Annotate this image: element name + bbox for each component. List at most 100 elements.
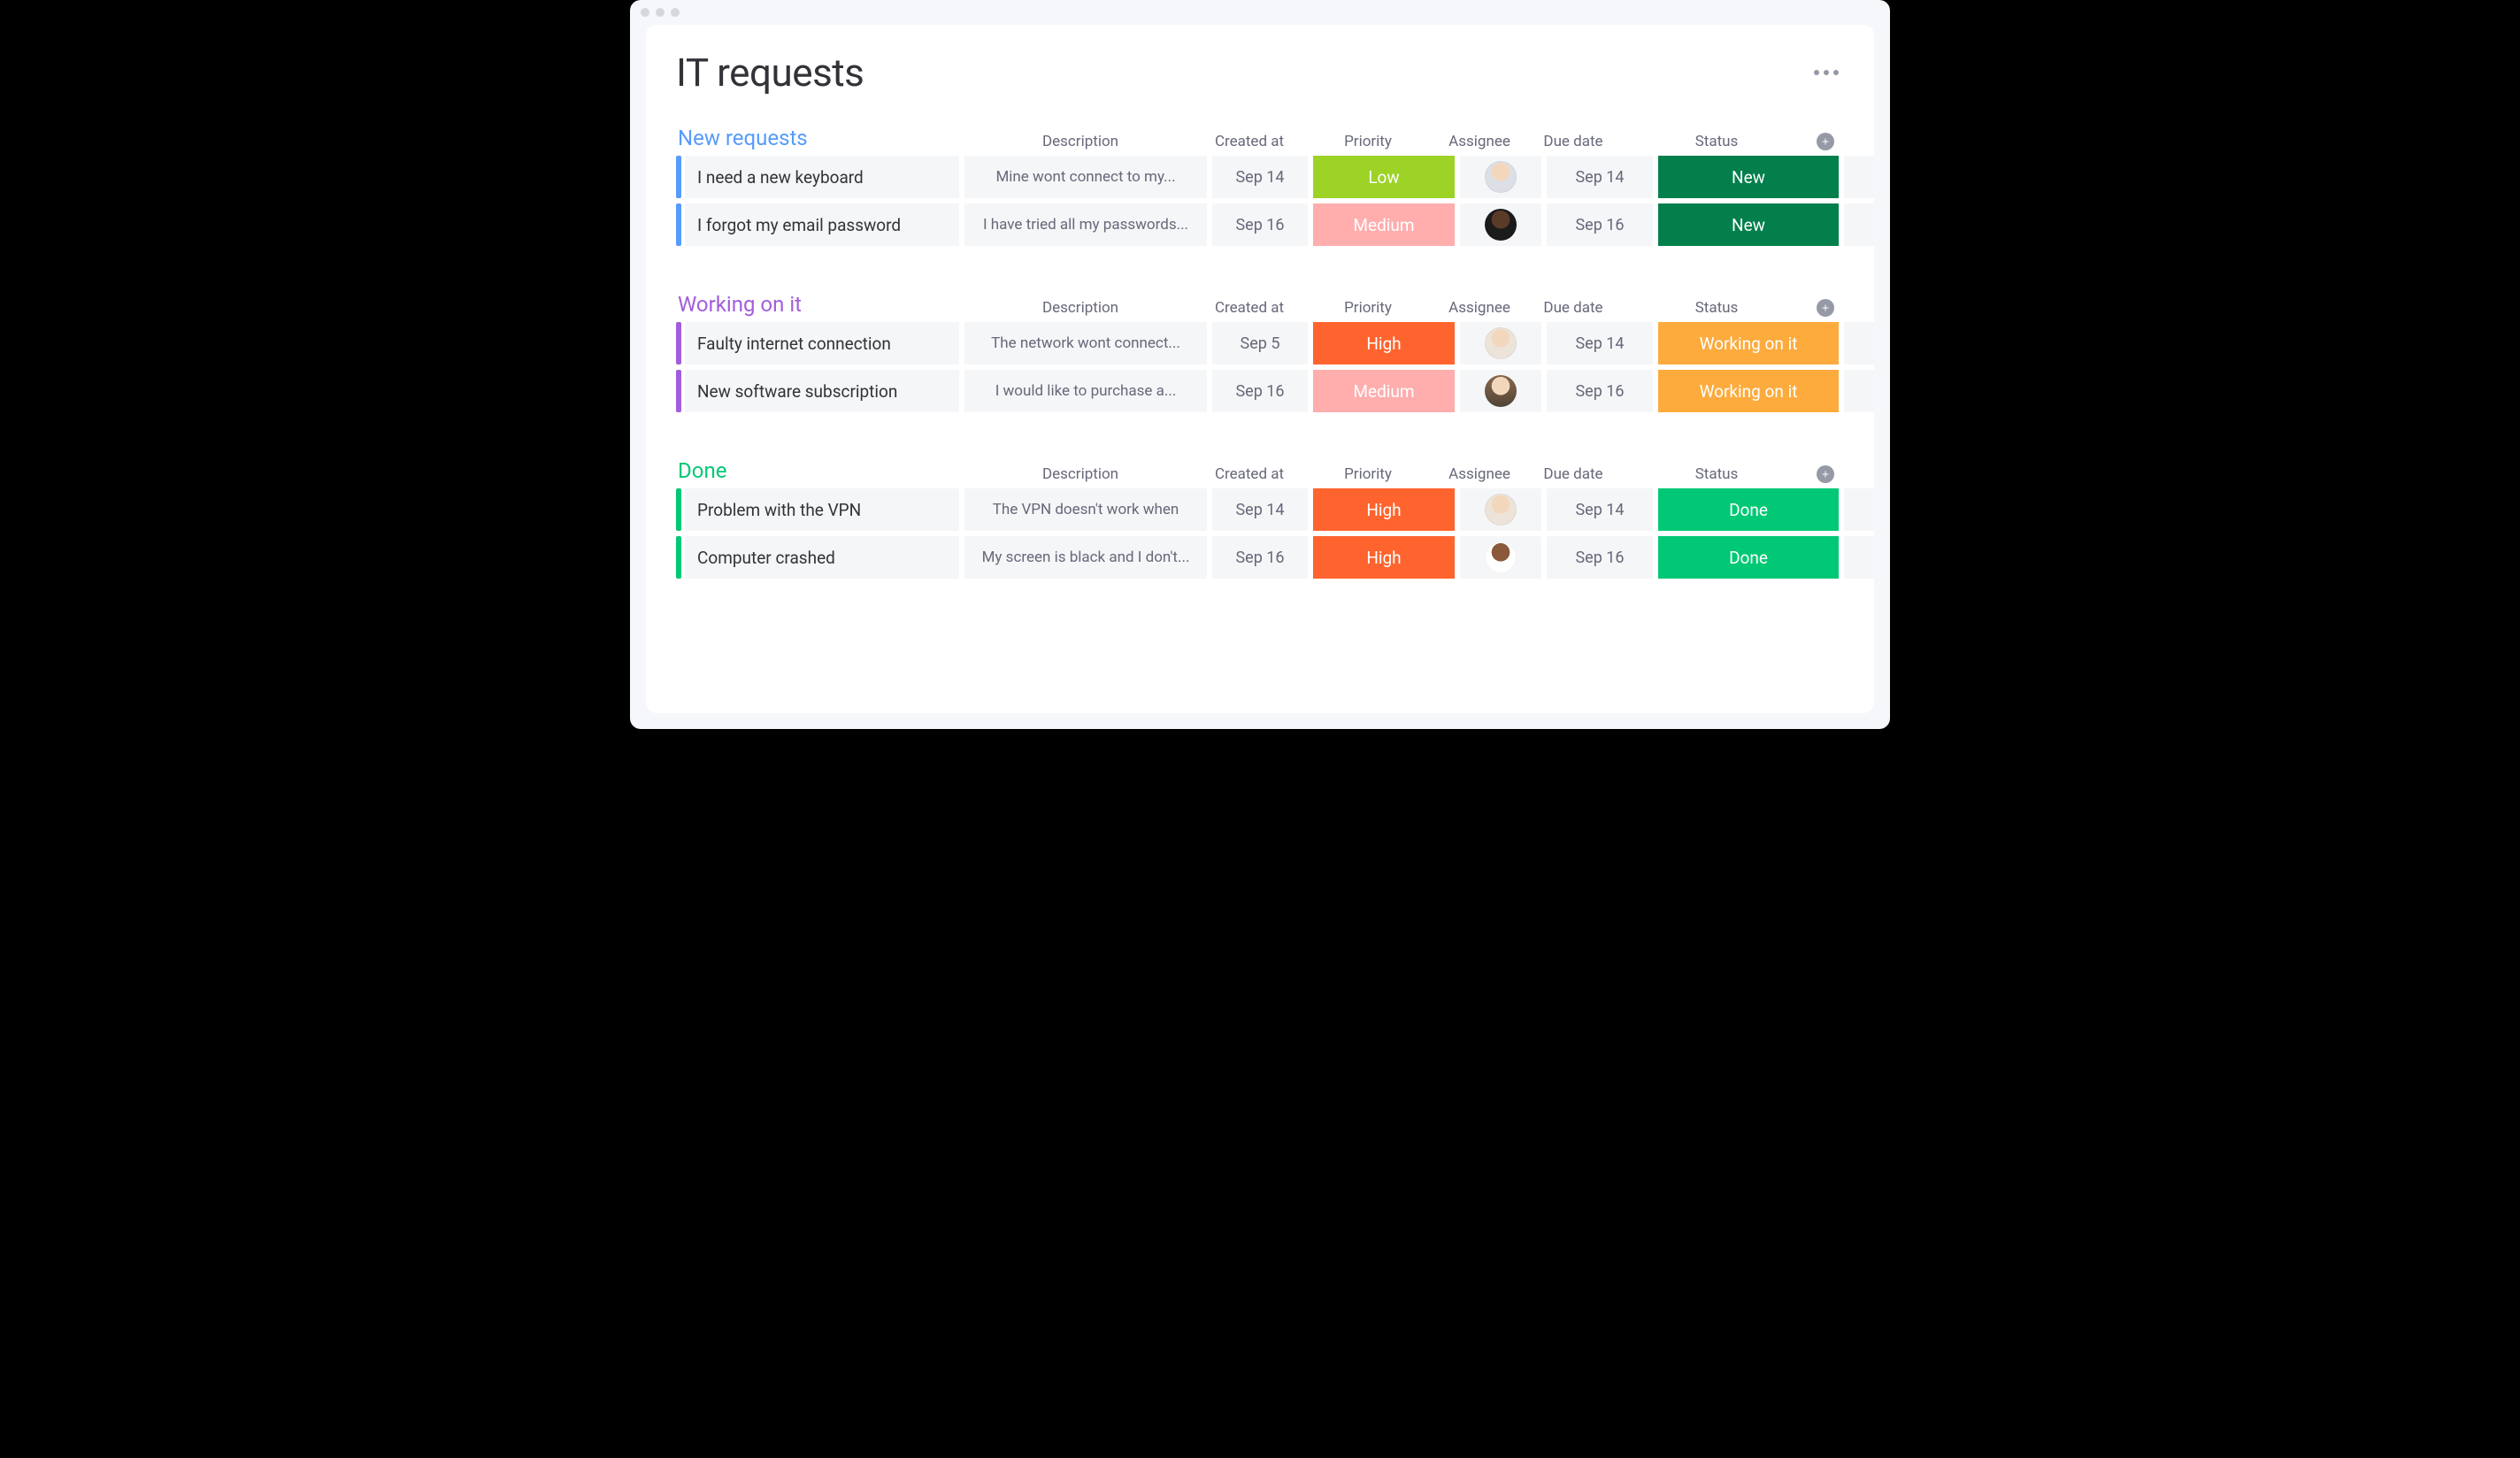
table-row[interactable]: I need a new keyboardMine wont connect t… bbox=[676, 156, 1844, 198]
group-title[interactable]: New requests bbox=[676, 126, 959, 150]
column-header-status[interactable]: Status bbox=[1626, 133, 1807, 150]
group-color-bar bbox=[676, 370, 681, 412]
column-header-assignee[interactable]: Assignee bbox=[1439, 133, 1520, 150]
table-row[interactable]: New software subscriptionI would like to… bbox=[676, 370, 1844, 412]
due-date-cell[interactable]: Sep 16 bbox=[1547, 370, 1653, 412]
priority-cell[interactable]: Low bbox=[1313, 156, 1455, 198]
column-header-status[interactable]: Status bbox=[1626, 299, 1807, 317]
due-date-cell[interactable]: Sep 14 bbox=[1547, 322, 1653, 364]
assignee-cell[interactable] bbox=[1460, 203, 1541, 246]
dots-icon bbox=[1824, 70, 1829, 75]
avatar bbox=[1485, 209, 1517, 241]
item-name-cell[interactable]: I forgot my email password bbox=[685, 203, 959, 246]
add-column-button[interactable] bbox=[1817, 299, 1834, 317]
avatar bbox=[1485, 327, 1517, 359]
priority-cell[interactable]: High bbox=[1313, 322, 1455, 364]
board-header: IT requests bbox=[676, 50, 1844, 96]
window-control-minimize[interactable] bbox=[656, 8, 665, 17]
description-cell[interactable]: I have tried all my passwords... bbox=[964, 203, 1207, 246]
add-column-wrap bbox=[1807, 299, 1844, 317]
description-cell[interactable]: The VPN doesn't work when bbox=[964, 488, 1207, 531]
column-header-priority[interactable]: Priority bbox=[1297, 299, 1439, 317]
created-at-cell[interactable]: Sep 16 bbox=[1212, 203, 1308, 246]
avatar bbox=[1485, 161, 1517, 193]
status-cell[interactable]: Done bbox=[1658, 488, 1839, 531]
column-header-due[interactable]: Due date bbox=[1520, 465, 1626, 483]
table-row[interactable]: Computer crashedMy screen is black and I… bbox=[676, 536, 1844, 579]
due-date-cell[interactable]: Sep 14 bbox=[1547, 488, 1653, 531]
created-at-cell[interactable]: Sep 16 bbox=[1212, 370, 1308, 412]
avatar bbox=[1485, 375, 1517, 407]
table-row[interactable]: Problem with the VPNThe VPN doesn't work… bbox=[676, 488, 1844, 531]
status-cell[interactable]: Working on it bbox=[1658, 322, 1839, 364]
assignee-cell[interactable] bbox=[1460, 370, 1541, 412]
add-column-button[interactable] bbox=[1817, 133, 1834, 150]
priority-cell[interactable]: High bbox=[1313, 488, 1455, 531]
row-trailing-cell bbox=[1844, 370, 1874, 412]
created-at-cell[interactable]: Sep 16 bbox=[1212, 536, 1308, 579]
item-name-cell[interactable]: Faulty internet connection bbox=[685, 322, 959, 364]
table-row[interactable]: I forgot my email passwordI have tried a… bbox=[676, 203, 1844, 246]
due-date-cell[interactable]: Sep 14 bbox=[1547, 156, 1653, 198]
priority-cell[interactable]: High bbox=[1313, 536, 1455, 579]
plus-icon bbox=[1820, 469, 1831, 480]
column-header-desc[interactable]: Description bbox=[959, 465, 1202, 483]
group-title[interactable]: Working on it bbox=[676, 292, 959, 317]
board-more-menu[interactable] bbox=[1809, 65, 1844, 81]
column-header-created[interactable]: Created at bbox=[1202, 299, 1297, 317]
status-cell[interactable]: New bbox=[1658, 156, 1839, 198]
status-cell[interactable]: Done bbox=[1658, 536, 1839, 579]
created-at-cell[interactable]: Sep 5 bbox=[1212, 322, 1308, 364]
group-header-row: New requestsDescriptionCreated atPriorit… bbox=[676, 120, 1844, 150]
column-header-created[interactable]: Created at bbox=[1202, 133, 1297, 150]
item-name-cell[interactable]: Computer crashed bbox=[685, 536, 959, 579]
window-control-maximize[interactable] bbox=[671, 8, 680, 17]
column-header-assignee[interactable]: Assignee bbox=[1439, 465, 1520, 483]
column-header-priority[interactable]: Priority bbox=[1297, 133, 1439, 150]
assignee-cell[interactable] bbox=[1460, 488, 1541, 531]
description-cell[interactable]: My screen is black and I don't... bbox=[964, 536, 1207, 579]
item-name-cell[interactable]: New software subscription bbox=[685, 370, 959, 412]
created-at-cell[interactable]: Sep 14 bbox=[1212, 156, 1308, 198]
dots-icon bbox=[1833, 70, 1839, 75]
add-column-button[interactable] bbox=[1817, 465, 1834, 483]
item-name-cell[interactable]: I need a new keyboard bbox=[685, 156, 959, 198]
row-trailing-cell bbox=[1844, 203, 1874, 246]
groups-container: New requestsDescriptionCreated atPriorit… bbox=[676, 120, 1844, 579]
item-name-cell[interactable]: Problem with the VPN bbox=[685, 488, 959, 531]
column-header-desc[interactable]: Description bbox=[959, 133, 1202, 150]
priority-cell[interactable]: Medium bbox=[1313, 203, 1455, 246]
window-control-close[interactable] bbox=[641, 8, 649, 17]
column-header-due[interactable]: Due date bbox=[1520, 133, 1626, 150]
add-column-wrap bbox=[1807, 133, 1844, 150]
group-color-bar bbox=[676, 203, 681, 246]
group: Working on itDescriptionCreated atPriori… bbox=[676, 287, 1844, 412]
description-cell[interactable]: The network wont connect... bbox=[964, 322, 1207, 364]
assignee-cell[interactable] bbox=[1460, 536, 1541, 579]
column-header-assignee[interactable]: Assignee bbox=[1439, 299, 1520, 317]
status-cell[interactable]: Working on it bbox=[1658, 370, 1839, 412]
group: New requestsDescriptionCreated atPriorit… bbox=[676, 120, 1844, 246]
group: DoneDescriptionCreated atPriorityAssigne… bbox=[676, 453, 1844, 579]
assignee-cell[interactable] bbox=[1460, 322, 1541, 364]
avatar bbox=[1485, 541, 1517, 573]
description-cell[interactable]: Mine wont connect to my... bbox=[964, 156, 1207, 198]
created-at-cell[interactable]: Sep 14 bbox=[1212, 488, 1308, 531]
group-color-bar bbox=[676, 156, 681, 198]
status-cell[interactable]: New bbox=[1658, 203, 1839, 246]
group-header-row: DoneDescriptionCreated atPriorityAssigne… bbox=[676, 453, 1844, 483]
column-header-created[interactable]: Created at bbox=[1202, 465, 1297, 483]
description-cell[interactable]: I would like to purchase a... bbox=[964, 370, 1207, 412]
group-rows: I need a new keyboardMine wont connect t… bbox=[676, 156, 1844, 246]
assignee-cell[interactable] bbox=[1460, 156, 1541, 198]
priority-cell[interactable]: Medium bbox=[1313, 370, 1455, 412]
due-date-cell[interactable]: Sep 16 bbox=[1547, 536, 1653, 579]
column-header-due[interactable]: Due date bbox=[1520, 299, 1626, 317]
column-header-priority[interactable]: Priority bbox=[1297, 465, 1439, 483]
group-rows: Problem with the VPNThe VPN doesn't work… bbox=[676, 488, 1844, 579]
column-header-desc[interactable]: Description bbox=[959, 299, 1202, 317]
due-date-cell[interactable]: Sep 16 bbox=[1547, 203, 1653, 246]
group-title[interactable]: Done bbox=[676, 458, 959, 483]
table-row[interactable]: Faulty internet connectionThe network wo… bbox=[676, 322, 1844, 364]
column-header-status[interactable]: Status bbox=[1626, 465, 1807, 483]
